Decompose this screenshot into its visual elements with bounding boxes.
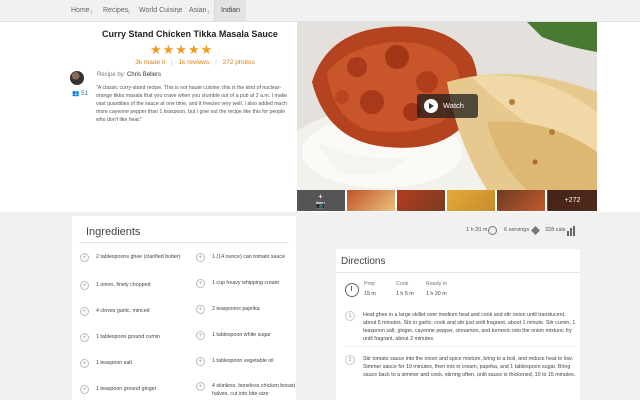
add-icon[interactable]: +: [196, 305, 205, 314]
recipe-description: "A classic curry-stand recipe. This is n…: [96, 85, 288, 123]
made-it-link[interactable]: 3k made it: [133, 59, 167, 66]
nutrition-bars-icon[interactable]: [567, 226, 576, 236]
reviews-link[interactable]: 1k reviews: [177, 59, 212, 66]
direction-step[interactable]: 1 Heat ghee in a large skillet over medi…: [345, 311, 577, 343]
ingredients-heading: Ingredients: [86, 226, 141, 238]
servings-cube-icon[interactable]: [531, 226, 540, 235]
ingredient-item[interactable]: +2 tablespoons ghee (clarified butter): [80, 253, 190, 262]
people-icon: 👥: [72, 91, 80, 97]
step-number: 2: [345, 355, 355, 365]
ingredient-item[interactable]: +1 tablespoon vegetable oil: [196, 357, 306, 366]
divider: [79, 242, 289, 243]
stats-divider: |: [215, 59, 217, 66]
add-icon[interactable]: +: [80, 281, 89, 290]
add-icon[interactable]: +: [196, 279, 205, 288]
add-icon[interactable]: +: [196, 253, 205, 262]
recipe-by: Recipe by: Chris Bellers: [97, 72, 161, 78]
breadcrumb-world-cuisine[interactable]: World Cuisine: [133, 0, 188, 22]
step-number: 1: [345, 311, 355, 321]
recipe-stats: 3k made it | 1k reviews | 272 photos: [110, 59, 280, 66]
chevron-right-icon: ›: [207, 6, 210, 16]
direction-step[interactable]: 2 Stir tomato sauce into the onion and s…: [345, 355, 577, 379]
photo-thumbnail[interactable]: [447, 190, 495, 211]
add-icon[interactable]: +: [196, 331, 205, 340]
divider: [345, 346, 575, 347]
ingredient-item[interactable]: +1 (14 ounce) can tomato sauce: [196, 253, 306, 262]
more-photos-button[interactable]: +272: [548, 190, 597, 211]
ingredient-item[interactable]: +1 onion, finely chopped: [80, 281, 190, 290]
rating-stars[interactable]: ★★★★★: [150, 42, 230, 58]
ingredient-item[interactable]: +1 teaspoon salt: [80, 359, 190, 368]
add-icon[interactable]: +: [80, 253, 89, 262]
watch-video-button[interactable]: Watch: [417, 94, 478, 118]
calories: 328 cals: [545, 227, 566, 233]
prep-time: Prep 15 m: [364, 281, 376, 297]
camera-icon[interactable]: + 📷: [314, 193, 327, 209]
add-icon[interactable]: +: [196, 357, 205, 366]
add-icon[interactable]: +: [80, 385, 89, 394]
play-icon: [424, 99, 438, 113]
photos-link[interactable]: 272 photos: [221, 59, 257, 66]
photo-thumbnail[interactable]: [397, 190, 445, 211]
chevron-right-icon: ›: [90, 6, 93, 16]
ready-time: Ready In 1 h 20 m: [426, 281, 448, 297]
ingredient-item[interactable]: +2 teaspoons paprika: [196, 305, 306, 314]
clock-icon: [488, 226, 497, 235]
ingredient-item[interactable]: +4 cloves garlic, minced: [80, 307, 190, 316]
cook-time: Cook 1 h 5 m: [396, 281, 414, 297]
directions-heading: Directions: [341, 256, 386, 267]
photo-thumbnail[interactable]: [347, 190, 395, 211]
divider: [336, 272, 580, 273]
chevron-right-icon: ›: [177, 6, 180, 16]
ingredient-item[interactable]: +1 tablespoon ground cumin: [80, 333, 190, 342]
add-icon[interactable]: +: [80, 307, 89, 316]
chevron-right-icon: ›: [127, 6, 130, 16]
servings: 6 servings: [504, 227, 530, 233]
recipe-by-label: Recipe by:: [97, 72, 126, 78]
stats-divider: |: [171, 59, 173, 66]
ingredient-item[interactable]: +1 tablespoon white sugar: [196, 331, 306, 340]
breadcrumb-indian[interactable]: Indian: [214, 0, 247, 22]
ingredient-item[interactable]: +1 teaspoon ground ginger: [80, 385, 190, 394]
author-name-link[interactable]: Chris Bellers: [127, 72, 161, 78]
add-icon[interactable]: +: [80, 333, 89, 342]
ingredient-item[interactable]: +4 skinless, boneless chicken breast hal…: [196, 382, 306, 398]
timer-icon: [345, 283, 359, 297]
author-avatar[interactable]: [70, 71, 84, 85]
breadcrumb: Home › Recipes › World Cuisine › Asian ›…: [0, 0, 640, 22]
add-icon[interactable]: +: [196, 382, 205, 391]
followers-count[interactable]: 👥 51: [72, 90, 88, 97]
recipe-title: Curry Stand Chicken Tikka Masala Sauce: [102, 29, 278, 39]
ingredient-item[interactable]: +1 cup heavy whipping cream: [196, 279, 306, 288]
photo-thumbnail[interactable]: [497, 190, 545, 211]
total-time: 1 h 20 m: [466, 227, 488, 233]
add-icon[interactable]: +: [80, 359, 89, 368]
